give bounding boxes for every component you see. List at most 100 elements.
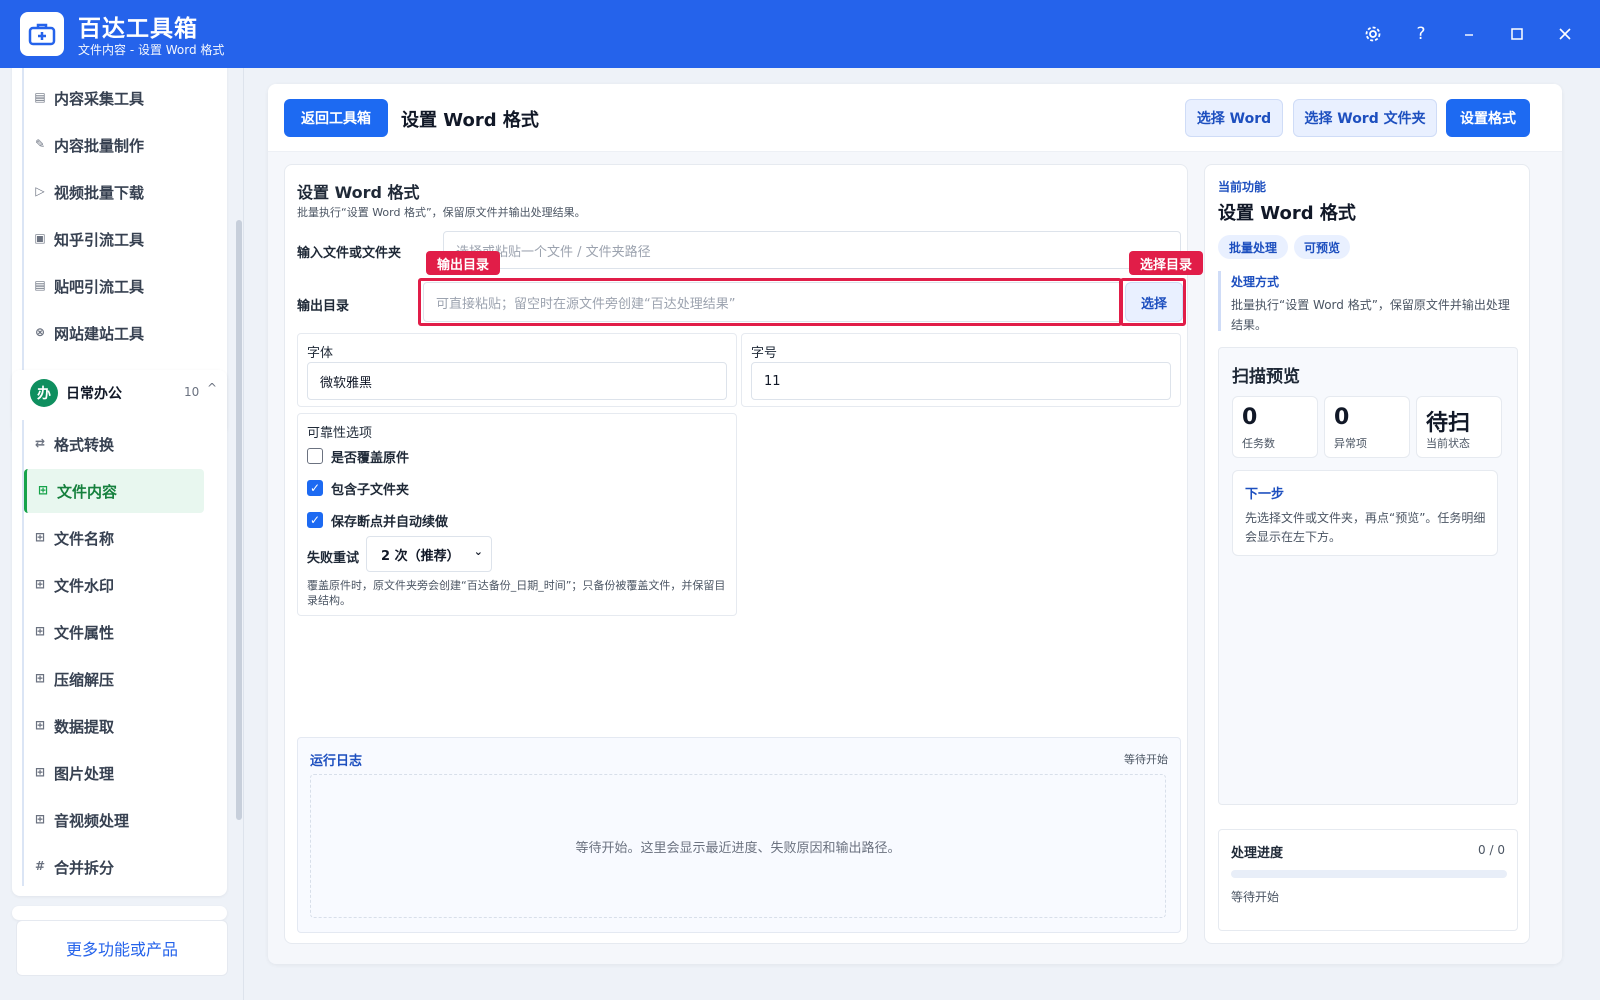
grid-icon: ⊞ [34,812,46,826]
group-title: 日常办公 [66,386,122,402]
grid-icon: ⊞ [34,624,46,638]
sidebar-group-next [12,906,227,920]
log-title: 运行日志 [310,754,363,769]
select-word-button[interactable]: 选择 Word [1185,99,1283,137]
progress-panel: 处理进度 0 / 0 等待开始 [1218,829,1518,931]
chevron-up-icon[interactable]: ^ [207,381,217,395]
office-badge-icon: 办 [30,379,58,407]
sidebar-item-video-download[interactable]: ▷ 视频批量下载 [24,170,204,214]
font-input[interactable]: 微软雅黑 [307,362,727,400]
progress-bar [1231,870,1507,878]
output-dir-tag: 输出目录 [426,251,500,275]
main-area: 返回工具箱 设置 Word 格式 选择 Word 选择 Word 文件夹 设置格… [268,84,1562,964]
overwrite-checkbox[interactable]: 是否覆盖原件 [307,446,409,466]
chip-batch: 批量处理 [1218,235,1288,259]
sidebar-item-data-extract[interactable]: ⊞ 数据提取 [24,704,204,748]
group-count: 10 [184,385,200,399]
tieba-icon: ▤ [34,278,46,292]
input-path-field[interactable]: 选择或粘贴一个文件 / 文件夹路径 [443,231,1181,269]
overwrite-note: 覆盖原件时，原文件夹旁会创建“百达备份_日期_时间”；只备份被覆盖文件，并保留目… [307,579,726,607]
sidebar-item-file-attr[interactable]: ⊞ 文件属性 [24,610,204,654]
next-title: 下一步 [1245,487,1285,502]
scan-title: 扫描预览 [1232,367,1300,387]
next-step-card: 下一步 先选择文件或文件夹，再点“预览”。任务明细会显示在左下方。 [1232,470,1498,556]
sidebar-item-tieba[interactable]: ▤ 贴吧引流工具 [24,264,204,308]
progress-count: 0 / 0 [1478,843,1505,857]
stat-tasks: 0 任务数 [1232,396,1318,458]
sidebar: ▤ 内容采集工具 ✎ 内容批量制作 ▷ 视频批量下载 ▣ 知乎引流工具 ▤ 贴吧… [0,68,244,1000]
sidebar-item-file-name[interactable]: ⊞ 文件名称 [24,516,204,560]
current-function-label: 当前功能 [1218,180,1267,194]
choose-dir-tag: 选择目录 [1129,251,1203,275]
sidebar-item-content-collect[interactable]: ▤ 内容采集工具 [24,76,204,120]
font-panel: 字体 微软雅黑 [297,333,737,407]
function-title: 设置 Word 格式 [1218,203,1356,224]
info-panel: 当前功能 设置 Word 格式 批量处理 可预览 处理方式 批量执行“设置 Wo… [1204,164,1530,944]
help-icon[interactable]: ? [1407,20,1435,48]
progress-title: 处理进度 [1231,846,1284,861]
stat-errors: 0 异常项 [1324,396,1410,458]
sidebar-item-zhihu[interactable]: ▣ 知乎引流工具 [24,217,204,261]
sidebar-item-image[interactable]: ⊞ 图片处理 [24,751,204,795]
log-panel: 运行日志 等待开始 等待开始。这里会显示最近进度、失败原因和输出路径。 [297,737,1181,933]
sidebar-item-merge-split[interactable]: # 合并拆分 [24,845,204,889]
set-format-button[interactable]: 设置格式 [1446,99,1530,137]
sidebar-item-format-convert[interactable]: ⇄ 格式转换 [24,422,204,466]
select-folder-button[interactable]: 选择 Word 文件夹 [1293,99,1437,137]
app-subtitle: 文件内容 - 设置 Word 格式 [78,43,225,57]
app-title: 百达工具箱 [78,16,198,42]
web-icon: ⊗ [34,325,46,339]
grid-icon: ⊞ [34,577,46,591]
zhihu-icon: ▣ [34,231,46,245]
method-title: 处理方式 [1231,275,1280,289]
group-header-office[interactable]: 办 日常办公 10 ^ [12,370,227,416]
sidebar-item-watermark[interactable]: ⊞ 文件水印 [24,563,204,607]
sidebar-scrollbar[interactable] [236,220,242,820]
back-button[interactable]: 返回工具箱 [284,99,388,137]
reliability-panel: 可靠性选项 是否覆盖原件 ✓ 包含子文件夹 ✓ 保存断点并自动续做 失败重试 2… [297,413,737,616]
grid-icon: ⊞ [37,483,49,497]
include-subfolders-checkbox[interactable]: ✓ 包含子文件夹 [307,478,409,498]
toolbox-logo-icon [20,12,64,56]
sidebar-item-website[interactable]: ⊗ 网站建站工具 [24,311,204,355]
output-label: 输出目录 [297,299,350,314]
checkbox-unchecked-icon[interactable] [307,448,323,464]
swap-icon: ⇄ [34,436,46,450]
checkbox-checked-icon[interactable]: ✓ [307,512,323,528]
scan-preview-panel: 扫描预览 0 任务数 0 异常项 待扫 当前状态 下一步 先选择文件或文件夹，再… [1218,347,1518,805]
checkbox-checked-icon[interactable]: ✓ [307,480,323,496]
sidebar-item-compress[interactable]: ⊞ 压缩解压 [24,657,204,701]
choose-highlight-box [1120,278,1186,326]
grid-icon: ⊞ [34,671,46,685]
collect-icon: ▤ [34,90,46,104]
sidebar-item-av[interactable]: ⊞ 音视频处理 [24,798,204,842]
page-title: 设置 Word 格式 [401,110,539,131]
retry-select[interactable]: 2 次（推荐） ⌄ [366,536,492,572]
next-desc: 先选择文件或文件夹，再点“预览”。任务明细会显示在左下方。 [1245,511,1486,544]
form-title: 设置 Word 格式 [297,183,420,202]
resume-checkbox[interactable]: ✓ 保存断点并自动续做 [307,510,448,530]
chevron-down-icon: ⌄ [473,545,483,558]
settings-icon[interactable] [1359,20,1387,48]
more-products-button[interactable]: 更多功能或产品 [16,920,228,976]
size-label: 字号 [751,346,778,361]
sidebar-item-batch-make[interactable]: ✎ 内容批量制作 [24,123,204,167]
log-status: 等待开始 [1124,753,1168,766]
progress-status: 等待开始 [1231,890,1280,904]
form-desc: 批量执行“设置 Word 格式”，保留原文件并输出处理结果。 [297,206,586,219]
grid-icon: ⊞ [34,530,46,544]
reliability-title: 可靠性选项 [307,426,373,441]
minimize-icon[interactable] [1455,20,1483,48]
method-desc: 批量执行“设置 Word 格式”，保留原文件并输出处理结果。 [1231,298,1510,332]
grid-icon: ⊞ [34,718,46,732]
maximize-icon[interactable] [1503,20,1531,48]
form-panel: 设置 Word 格式 批量执行“设置 Word 格式”，保留原文件并输出处理结果… [284,164,1203,944]
output-highlight-box [418,278,1122,326]
close-icon[interactable] [1551,20,1579,48]
input-label: 输入文件或文件夹 [297,246,402,261]
sidebar-item-file-content[interactable]: ⊞ 文件内容 [24,469,204,513]
size-input[interactable]: 11 [751,362,1171,400]
chip-preview: 可预览 [1294,235,1350,259]
retry-label: 失败重试 [307,551,360,566]
title-bar: 百达工具箱 文件内容 - 设置 Word 格式 ? [0,0,1600,68]
